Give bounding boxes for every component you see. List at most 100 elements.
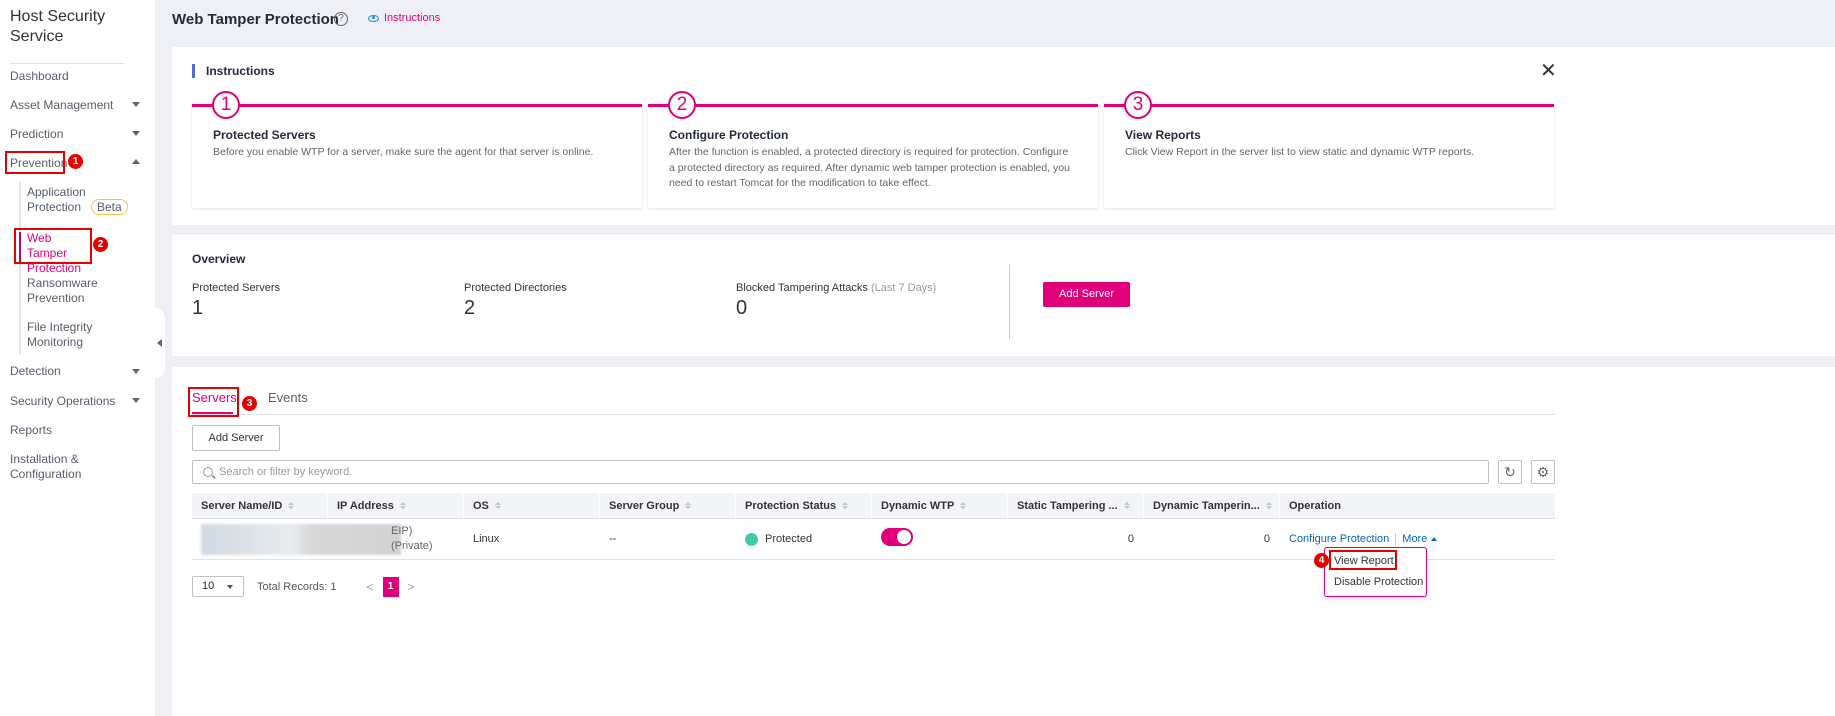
sort-icon[interactable]: [494, 502, 501, 509]
cell-dynamic-tampering: 0: [1263, 533, 1270, 545]
col-label: OS: [473, 499, 489, 512]
next-page-icon[interactable]: >: [408, 580, 415, 594]
sidebar-item-security-operations[interactable]: Security Operations: [10, 394, 115, 409]
col-label: Protection Status: [745, 499, 837, 512]
step-title: Configure Protection: [669, 128, 789, 142]
col-label: Static Tampering ...: [1017, 499, 1118, 512]
step-line: [192, 104, 642, 107]
stat-protected-servers: Protected Servers 1: [192, 282, 280, 320]
step-description: After the function is enabled, a protect…: [669, 146, 1070, 189]
step-card-2: 2 Configure Protection After the functio…: [648, 91, 1098, 208]
sidebar-subitem-application-protection[interactable]: Application Protection Beta: [27, 185, 137, 215]
sidebar-item-asset-management[interactable]: Asset Management: [10, 98, 113, 113]
sidebar-item-dashboard[interactable]: Dashboard: [10, 69, 69, 84]
sort-icon[interactable]: [288, 502, 295, 509]
col-dynamic-wtp[interactable]: Dynamic WTP: [872, 493, 1008, 518]
close-icon[interactable]: ✕: [1540, 61, 1557, 81]
stat-blocked-attacks: Blocked Tampering Attacks (Last 7 Days) …: [736, 282, 936, 320]
stat-label-row: Blocked Tampering Attacks (Last 7 Days): [736, 282, 936, 294]
col-protection-status[interactable]: Protection Status: [736, 493, 872, 518]
step-line: [648, 104, 1098, 107]
search-box[interactable]: [192, 460, 1489, 484]
chevron-up-icon[interactable]: [132, 159, 140, 164]
step-number-1: 1: [212, 91, 240, 119]
annotation-box-3: [188, 387, 239, 417]
servers-panel: Servers Events 3 Add Server ↻ ⚙ Server N…: [172, 367, 1835, 716]
chevron-down-icon[interactable]: [132, 398, 140, 403]
annotation-box-4: [1329, 550, 1397, 570]
search-input[interactable]: [219, 466, 1419, 478]
refresh-icon: ↻: [1504, 464, 1516, 480]
col-os[interactable]: OS: [464, 493, 600, 518]
stat-value: 2: [464, 297, 476, 319]
page-number-current[interactable]: 1: [382, 576, 399, 597]
settings-button[interactable]: ⚙: [1531, 460, 1555, 484]
prev-page-icon[interactable]: <: [366, 580, 373, 594]
sort-icon[interactable]: [1123, 502, 1130, 509]
step-title: View Reports: [1125, 128, 1201, 142]
table-header: Server Name/ID IP Address OS Server Grou…: [192, 493, 1555, 519]
sort-icon[interactable]: [960, 502, 967, 509]
sidebar-item-prediction[interactable]: Prediction: [10, 127, 63, 142]
collapse-left-icon[interactable]: [157, 339, 162, 347]
col-static-tampering[interactable]: Static Tampering ...: [1008, 493, 1144, 518]
sort-icon[interactable]: [399, 502, 406, 509]
col-label: IP Address: [337, 499, 394, 512]
tabs-divider: [192, 414, 1555, 415]
operation-separator: [1395, 533, 1397, 545]
tab-events[interactable]: Events: [268, 390, 308, 405]
chevron-down-icon[interactable]: [132, 369, 140, 374]
sidebar-item-installation-configuration[interactable]: Installation & Configuration: [10, 452, 85, 482]
add-server-primary-button[interactable]: Add Server: [1043, 282, 1130, 307]
help-icon[interactable]: ?: [334, 12, 348, 26]
sort-icon[interactable]: [842, 502, 849, 509]
cell-server-name[interactable]: [192, 519, 401, 559]
menu-item-disable-protection[interactable]: Disable Protection: [1334, 576, 1423, 588]
ip-values: EIP) (Private): [391, 524, 433, 554]
cell-protection-status: Protected: [736, 519, 872, 559]
step-number-3: 3: [1124, 91, 1152, 119]
step-number-2: 2: [668, 91, 696, 119]
more-link[interactable]: More: [1402, 533, 1427, 545]
page-title: Web Tamper Protection: [172, 11, 339, 28]
page-size-select[interactable]: 10: [192, 576, 244, 597]
refresh-button[interactable]: ↻: [1498, 460, 1522, 484]
col-label: Dynamic WTP: [881, 499, 955, 512]
col-server-group[interactable]: Server Group: [600, 493, 736, 518]
overview-divider: [1009, 265, 1010, 339]
col-ip-address[interactable]: IP Address: [328, 493, 464, 518]
sidebar-item-detection[interactable]: Detection: [10, 364, 61, 379]
add-server-button[interactable]: Add Server: [192, 425, 280, 451]
instructions-link[interactable]: Instructions: [368, 12, 440, 24]
col-label: Server Name/ID: [201, 499, 283, 512]
annotation-badge-2: 2: [93, 237, 108, 252]
stat-protected-directories: Protected Directories 2: [464, 282, 567, 320]
search-icon: [203, 467, 213, 477]
sidebar: Host Security Service Dashboard Asset Ma…: [0, 0, 155, 716]
overview-panel: Overview Protected Servers 1 Protected D…: [172, 235, 1835, 356]
status-dot-icon: [745, 532, 758, 546]
col-operation: Operation: [1280, 493, 1555, 518]
step-description: Before you enable WTP for a server, make…: [213, 146, 594, 158]
ip-eip: EIP): [391, 525, 413, 537]
chevron-down-icon[interactable]: [132, 102, 140, 107]
col-label: Operation: [1289, 499, 1341, 512]
sidebar-subitem-file-integrity-monitoring[interactable]: File Integrity Monitoring: [27, 320, 97, 350]
chevron-up-icon[interactable]: [1431, 537, 1438, 541]
col-dynamic-tampering[interactable]: Dynamic Tamperin...: [1144, 493, 1280, 518]
sort-icon[interactable]: [1265, 502, 1272, 509]
sidebar-subitem-ransomware-prevention[interactable]: Ransomware Prevention: [27, 276, 98, 306]
sort-icon[interactable]: [685, 502, 692, 509]
stat-sublabel: (Last 7 Days): [870, 282, 937, 294]
eye-icon: [368, 14, 379, 22]
step-card-3: 3 View Reports Click View Report in the …: [1104, 91, 1554, 208]
sidebar-item-reports[interactable]: Reports: [10, 423, 52, 438]
col-server-name[interactable]: Server Name/ID: [192, 493, 328, 518]
cell-ip-address: EIP) (Private): [328, 519, 464, 559]
dynamic-wtp-toggle[interactable]: [881, 528, 913, 546]
status-text: Protected: [765, 533, 813, 545]
step-line: [1104, 104, 1554, 107]
configure-protection-link[interactable]: Configure Protection: [1289, 533, 1389, 545]
chevron-down-icon[interactable]: [132, 131, 140, 136]
submenu-guide-line: [19, 182, 21, 354]
